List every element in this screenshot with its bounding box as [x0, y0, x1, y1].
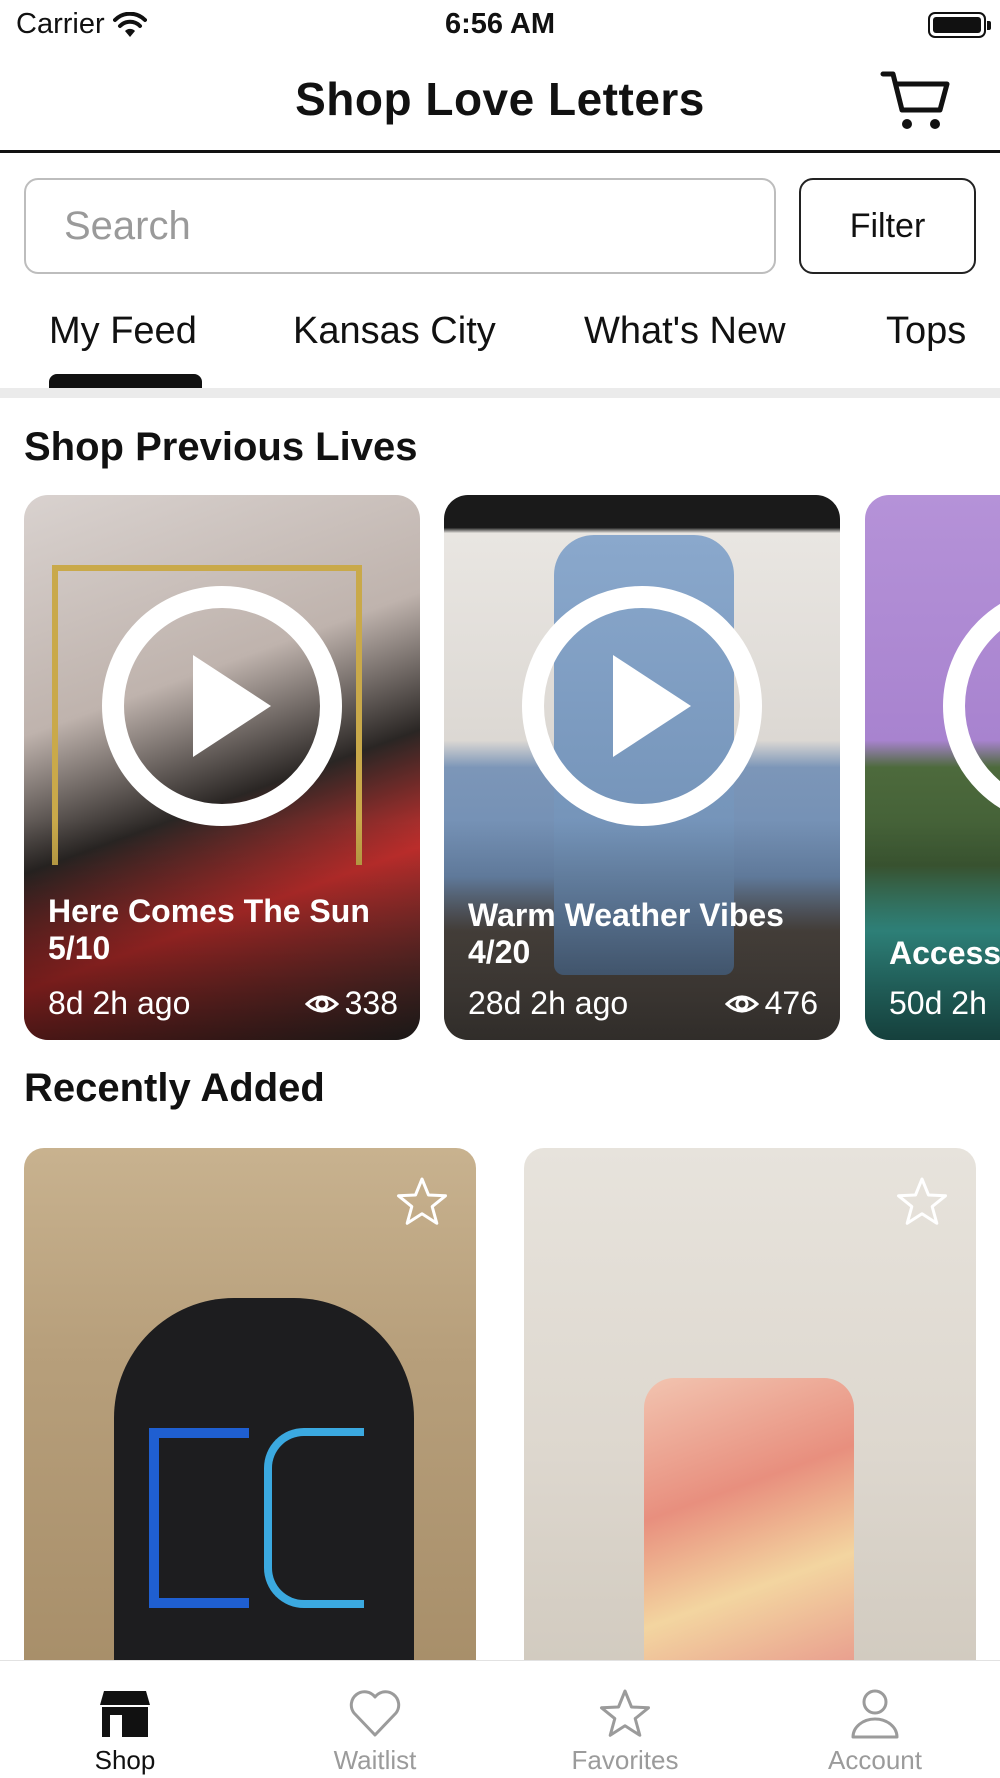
category-tabs: My Feed Kansas City What's New Tops: [0, 296, 1000, 390]
eye-icon: [724, 995, 759, 1012]
status-time: 6:56 AM: [444, 8, 556, 40]
tab-bar-label: Waitlist: [333, 1745, 417, 1775]
battery-icon: [928, 12, 991, 38]
view-count: 338: [304, 985, 398, 1022]
tab-kansas-city[interactable]: Kansas City: [293, 310, 496, 353]
live-age: 50d 2h: [889, 985, 987, 1021]
play-icon[interactable]: [942, 585, 1000, 827]
product-image: [644, 1378, 854, 1660]
tab-bar-label: Favorites: [571, 1745, 679, 1775]
view-count-value: 476: [764, 985, 818, 1021]
previous-lives-heading: Shop Previous Lives: [24, 425, 418, 469]
person-icon: [851, 1689, 899, 1739]
live-video-card[interactable]: Here Comes The Sun 5/10 8d 2h ago 338: [24, 495, 420, 1040]
star-icon: [600, 1689, 650, 1737]
live-video-card[interactable]: Access 50d 2h: [865, 495, 1000, 1040]
search-field[interactable]: [24, 178, 776, 274]
recently-added-heading: Recently Added: [24, 1066, 325, 1110]
product-card[interactable]: [524, 1148, 976, 1660]
tab-bar-shop[interactable]: Shop: [0, 1661, 250, 1778]
page-title: Shop Love Letters: [295, 73, 705, 125]
live-title: Access: [889, 935, 1000, 971]
filter-button[interactable]: Filter: [799, 178, 976, 274]
tab-bar-label: Account: [828, 1745, 922, 1775]
eye-icon: [304, 995, 339, 1012]
live-video-card[interactable]: Warm Weather Vibes 4/20 28d 2h ago 476: [444, 495, 840, 1040]
star-icon[interactable]: [896, 1176, 948, 1228]
tab-bar-favorites[interactable]: Favorites: [500, 1661, 750, 1778]
live-title: Warm Weather Vibes 4/20: [468, 897, 784, 970]
status-bar: Carrier 6:56 AM: [0, 0, 1000, 50]
search-input[interactable]: [26, 180, 774, 272]
tab-whats-new[interactable]: What's New: [584, 310, 786, 353]
product-card[interactable]: [24, 1148, 476, 1660]
app-header: Shop Love Letters: [0, 50, 1000, 153]
view-count-value: 338: [344, 985, 398, 1021]
store-icon: [100, 1691, 150, 1737]
bottom-tab-bar: Shop Waitlist Favorites Account: [0, 1660, 1000, 1778]
divider: [0, 388, 1000, 398]
live-title: Here Comes The Sun 5/10: [48, 893, 370, 966]
star-icon[interactable]: [396, 1176, 448, 1228]
cart-icon[interactable]: [880, 68, 952, 134]
tab-tops[interactable]: Tops: [886, 310, 966, 353]
view-count: 476: [724, 985, 818, 1022]
tab-bar-waitlist[interactable]: Waitlist: [250, 1661, 500, 1778]
heart-icon: [349, 1690, 401, 1737]
play-icon[interactable]: [521, 585, 763, 827]
live-age: 8d 2h ago: [48, 985, 191, 1021]
live-age: 28d 2h ago: [468, 985, 629, 1021]
previous-lives-carousel[interactable]: Here Comes The Sun 5/10 8d 2h ago 338 Wa…: [0, 495, 1000, 1040]
tab-bar-label: Shop: [94, 1745, 156, 1775]
tab-my-feed[interactable]: My Feed: [49, 310, 197, 353]
tab-bar-account[interactable]: Account: [750, 1661, 1000, 1778]
play-icon[interactable]: [101, 585, 343, 827]
